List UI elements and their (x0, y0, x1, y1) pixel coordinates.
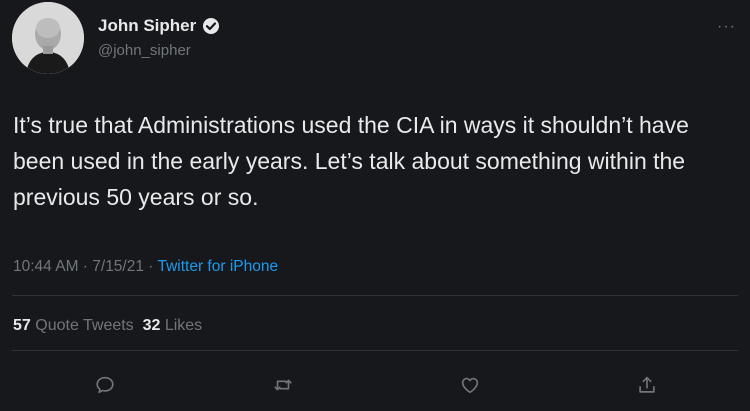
verified-badge-icon (202, 17, 220, 35)
avatar[interactable] (12, 2, 84, 74)
author-handle[interactable]: @john_sipher (98, 42, 191, 59)
likes-stat[interactable]: 32 Likes (143, 317, 203, 334)
author-name[interactable]: John Sipher (98, 16, 196, 36)
divider (12, 295, 738, 296)
like-button[interactable] (457, 373, 483, 397)
quote-label: Quote Tweets (35, 317, 134, 334)
more-options-icon[interactable]: ··· (717, 18, 736, 36)
tweet-timestamp[interactable]: 10:44 AM · 7/15/21 · (13, 258, 157, 275)
reply-button[interactable] (92, 373, 118, 397)
reply-icon (96, 376, 114, 394)
like-icon (461, 377, 479, 394)
like-label: Likes (164, 317, 203, 334)
action-bar (0, 373, 750, 397)
tweet-card: John Sipher @john_sipher ··· It’s true t… (0, 0, 750, 411)
like-count: 32 (142, 317, 161, 334)
quote-count: 57 (13, 317, 31, 334)
tweet-text: It’s true that Administrations used the … (13, 112, 689, 210)
divider (12, 350, 738, 351)
retweet-icon (274, 379, 292, 391)
share-icon (639, 376, 655, 393)
engagement-stats: 57 Quote Tweets 32 Likes (13, 317, 202, 335)
author-row: John Sipher (98, 16, 220, 36)
quote-tweets-stat[interactable]: 57 Quote Tweets (13, 317, 134, 334)
retweet-button[interactable] (270, 373, 296, 397)
tweet-meta: 10:44 AM · 7/15/21 · Twitter for iPhone (13, 258, 278, 276)
tweet-source-link[interactable]: Twitter for iPhone (157, 258, 278, 275)
share-button[interactable] (634, 373, 660, 397)
